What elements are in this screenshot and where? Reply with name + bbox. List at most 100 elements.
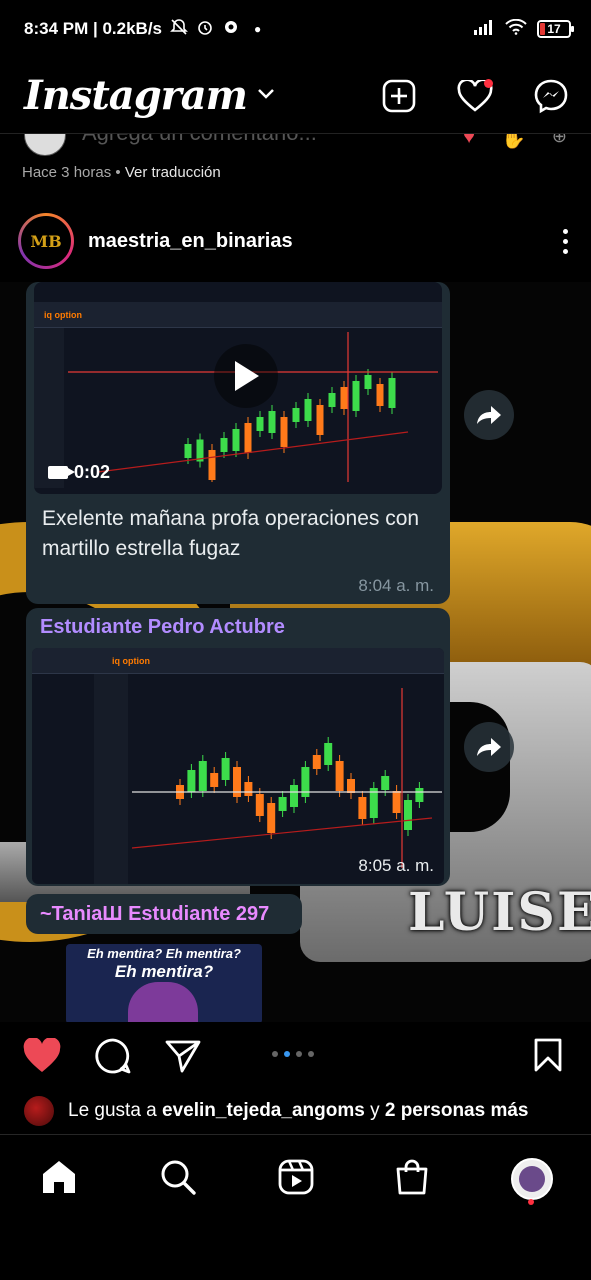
add-emoji-icon[interactable]: ⊕: [552, 134, 567, 151]
app-title: Instagram: [24, 72, 248, 119]
mute-icon: [170, 18, 188, 41]
likes-others[interactable]: 2 personas más: [385, 1100, 529, 1122]
candle-body: [278, 797, 287, 811]
search-icon[interactable]: [159, 1158, 197, 1201]
candle-body: [404, 800, 412, 830]
shop-icon[interactable]: [394, 1158, 430, 1201]
save-bookmark-icon[interactable]: [533, 1038, 563, 1077]
candle-body: [347, 779, 355, 793]
candle-body: [340, 387, 348, 409]
status-left: 8:34 PM | 0.2kB/s ●: [24, 18, 261, 41]
messenger-icon[interactable]: [533, 78, 569, 114]
instagram-logo[interactable]: Instagram: [24, 72, 275, 119]
candlestick-chart: [132, 688, 442, 868]
previous-post-comment-strip: Agrega un comentario... ♥ ✋ ⊕: [0, 134, 591, 158]
broker-sidebar: [94, 674, 128, 884]
battery-icon: 17: [537, 20, 574, 38]
see-translation-link[interactable]: Ver traducción: [125, 164, 221, 181]
bottom-navigation: [0, 1134, 591, 1280]
chat-message-time: 8:05 a. m.: [358, 856, 434, 875]
candle-body: [210, 773, 219, 787]
candle-body: [388, 378, 396, 408]
candle-body: [244, 782, 253, 796]
like-heart-icon[interactable]: [22, 1036, 62, 1079]
trend-line: [97, 431, 409, 473]
heart-emoji-icon[interactable]: ♥: [463, 134, 475, 151]
broker-toolbar: iq option: [34, 302, 442, 328]
reels-icon[interactable]: [278, 1159, 314, 1200]
candle-body: [352, 381, 360, 411]
comment-placeholder[interactable]: Agrega un comentario...: [82, 134, 317, 146]
candle-body: [220, 438, 228, 452]
candle-body: [392, 791, 401, 813]
signal-icon: [473, 19, 495, 40]
profile-avatar[interactable]: [511, 1158, 553, 1200]
chat-bubble-video: iq option 0:02 Exelente mañana profa ope…: [26, 282, 450, 604]
app-header: Instagram: [0, 58, 591, 134]
battery-level: 17: [547, 22, 561, 36]
candle-body: [316, 405, 324, 435]
candle-body: [312, 755, 321, 769]
comment-icon[interactable]: [94, 1037, 132, 1080]
meme-person: [128, 982, 198, 1022]
chat-bubble-image: Estudiante Pedro Actubre iq option 8:05 …: [26, 608, 450, 886]
candle-body: [364, 375, 372, 389]
likes-user[interactable]: evelin_tejeda_angoms: [162, 1100, 365, 1122]
post-action-bar: [0, 1030, 591, 1086]
avatar: [24, 1096, 54, 1126]
candle-body: [232, 429, 240, 451]
avatar[interactable]: MB: [18, 213, 74, 269]
heart-icon[interactable]: [457, 78, 493, 114]
avatar: [24, 134, 66, 156]
more-options-icon[interactable]: [561, 228, 569, 254]
carousel-dot: [308, 1051, 314, 1057]
meme-image[interactable]: Eh mentira? Eh mentira? Eh mentira?: [66, 944, 262, 1022]
candle-body: [304, 399, 312, 421]
chevron-down-icon[interactable]: [257, 87, 275, 105]
raised-hands-emoji-icon[interactable]: ✋: [501, 134, 526, 151]
status-bar: 8:34 PM | 0.2kB/s ● 17: [0, 0, 591, 58]
broker-logo: iq option: [112, 655, 150, 666]
meme-caption-small: Eh mentira? Eh mentira?: [87, 946, 241, 961]
candle-body: [187, 770, 196, 792]
forward-icon[interactable]: [464, 722, 514, 772]
candle-body: [221, 758, 230, 780]
background-watermark-text: LUISE: [408, 882, 591, 943]
avatar-logo: MB: [21, 216, 71, 266]
candle-body: [381, 776, 390, 790]
likes-conjunction: y: [370, 1100, 380, 1121]
post-image[interactable]: LUISE iq option 0:02 Exelente mañana pro…: [0, 282, 591, 1022]
trend-line: [132, 817, 433, 849]
play-icon[interactable]: [214, 344, 278, 408]
share-icon[interactable]: [164, 1038, 202, 1079]
candle-body: [324, 743, 333, 765]
post-timestamp: Hace 3 horas: [22, 164, 112, 181]
candle-body: [198, 761, 207, 791]
header-actions: [381, 78, 569, 114]
chat-message-time: 8:04 a. m.: [358, 576, 434, 595]
video-camera-icon: [48, 466, 75, 479]
candle-body: [328, 393, 336, 407]
carousel-indicator: [272, 1051, 314, 1057]
chart-screenshot[interactable]: iq option: [32, 648, 444, 884]
post-username[interactable]: maestria_en_binarias: [88, 230, 561, 253]
broker-toolbar: iq option: [32, 648, 444, 674]
home-icon[interactable]: [40, 1159, 78, 1200]
dot-icon: ●: [254, 22, 262, 36]
chat-sender-name: ~TaniaШ Estudiante 297: [40, 902, 270, 925]
carousel-dot: [284, 1051, 290, 1057]
quick-reactions: ♥ ✋ ⊕: [463, 134, 567, 151]
likes-summary[interactable]: Le gusta a evelin_tejeda_angoms y 2 pers…: [24, 1096, 584, 1126]
likes-prefix: Le gusta a: [68, 1100, 157, 1121]
video-duration: 0:02: [48, 462, 110, 483]
new-post-icon[interactable]: [381, 78, 417, 114]
chat-sender-name: Estudiante Pedro Actubre: [40, 616, 285, 638]
candle-body: [376, 384, 384, 406]
candle-body: [415, 788, 424, 802]
video-thumbnail[interactable]: iq option 0:02: [34, 282, 442, 494]
cloud-icon: [222, 18, 240, 41]
separator: •: [115, 164, 121, 181]
profile-notification-dot: [528, 1199, 534, 1205]
post-header: MB maestria_en_binarias: [0, 208, 591, 274]
forward-icon[interactable]: [464, 390, 514, 440]
